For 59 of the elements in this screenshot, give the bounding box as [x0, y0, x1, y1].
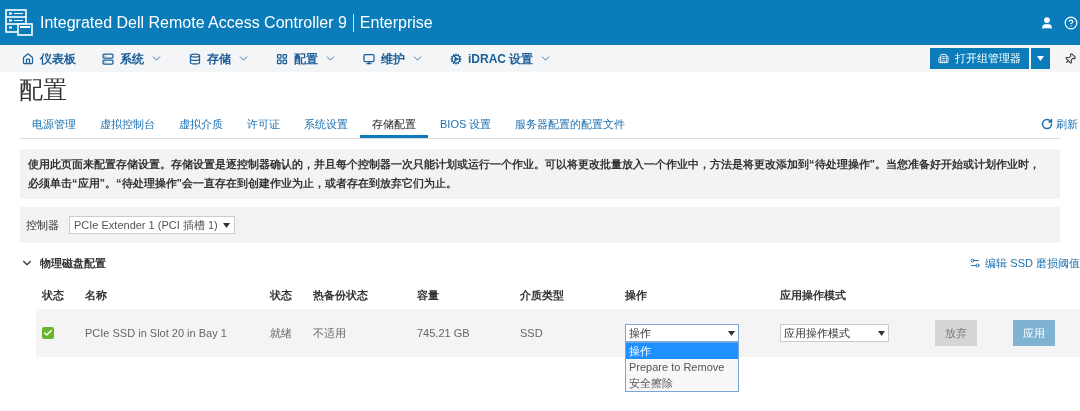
dropdown-option[interactable]: Prepare to Remove — [626, 359, 738, 375]
tab[interactable]: 电源管理 — [20, 115, 88, 138]
column-header: 状态 — [270, 287, 293, 303]
column-header: 状态 — [42, 287, 65, 303]
nav-menu-item[interactable]: 存储 — [189, 49, 250, 68]
table-cell: 不适用 — [313, 326, 346, 339]
server-icon — [102, 52, 114, 65]
column-header: 介质类型 — [520, 287, 565, 303]
caret-icon — [728, 330, 735, 336]
grid-icon — [276, 52, 288, 65]
description-text: 使用此页面来配置存储设置。存储设置是逐控制器确认的，并且每个控制器一次只能计划或运行一个作业。可以将更改批量放入一个作业中，方法是将更改添加到“待处理操作”。当您准备好开始或计划作业时，必须单击“应用”。“待处理操作”会一直存在到创建作业为止，或者存在到放弃它们为止。 — [28, 157, 1041, 191]
refresh-button[interactable]: 刷新 — [1041, 115, 1080, 138]
tab[interactable]: 服务器配置的配置文件 — [503, 115, 638, 138]
tab[interactable]: 虚拟介质 — [167, 115, 235, 138]
column-header: 操作 — [625, 287, 648, 303]
table-cell: PCIe SSD in Slot 20 in Bay 1 — [85, 326, 227, 339]
caret-icon — [878, 330, 885, 336]
section-toggle[interactable]: 物理磁盘配置 — [20, 254, 106, 272]
dropdown-button[interactable] — [1031, 48, 1050, 69]
gear-icon — [450, 52, 462, 65]
tab[interactable]: 虚拟控制台 — [88, 115, 167, 138]
nav-menu-item[interactable]: 仪表板 — [22, 49, 76, 68]
nav-menu-item[interactable]: 配置 — [276, 49, 337, 68]
refresh-icon — [1041, 117, 1053, 130]
tab[interactable]: 许可证 — [235, 115, 292, 138]
action-select[interactable]: 操作 — [625, 324, 739, 342]
table-cell: 745.21 GB — [417, 326, 470, 339]
column-header: 名称 — [85, 287, 108, 303]
open-group-manager-button[interactable]: 打开组管理器 — [930, 48, 1029, 69]
table-cell: 就绪 — [270, 326, 292, 339]
nav-menu-item[interactable]: iDRAC 设置 — [450, 49, 553, 68]
monitor-icon — [363, 52, 375, 65]
building-icon — [938, 53, 949, 64]
controller-label: 控制器 — [26, 217, 59, 233]
home-icon — [22, 52, 34, 65]
column-header: 容量 — [417, 287, 440, 303]
server-logo-icon — [4, 7, 34, 38]
tab[interactable]: BIOS 设置 — [428, 115, 504, 138]
edition-label: Enterprise — [359, 12, 433, 33]
tab[interactable]: 存储配置 — [360, 115, 428, 138]
user-icon[interactable] — [1040, 15, 1054, 30]
dropdown-option[interactable]: 安全擦除 — [626, 375, 738, 391]
caret-icon — [1037, 56, 1044, 61]
page-title: 配置 — [19, 75, 67, 105]
controller-select[interactable]: PCIe Extender 1 (PCI 插槽 1) — [69, 216, 235, 234]
caret-icon — [223, 222, 230, 228]
edit-ssd-wear-threshold-link[interactable]: 编辑 SSD 磨损阈值 — [969, 254, 1080, 272]
column-header: 应用操作模式 — [780, 287, 847, 303]
nav-menu-item[interactable]: 系统 — [102, 49, 163, 68]
help-icon[interactable] — [1064, 15, 1078, 30]
app-title: Integrated Dell Remote Access Controller 9 — [40, 12, 347, 33]
nav-menu-item[interactable]: 维护 — [363, 49, 424, 68]
column-header: 热备份状态 — [313, 287, 369, 303]
database-icon — [189, 52, 201, 65]
dropdown-option[interactable]: 操作 — [626, 343, 738, 359]
tab[interactable]: 系统设置 — [292, 115, 360, 138]
sliders-icon — [969, 257, 982, 269]
mode-select[interactable]: 应用操作模式 — [780, 324, 889, 342]
table-cell: SSD — [520, 326, 543, 339]
